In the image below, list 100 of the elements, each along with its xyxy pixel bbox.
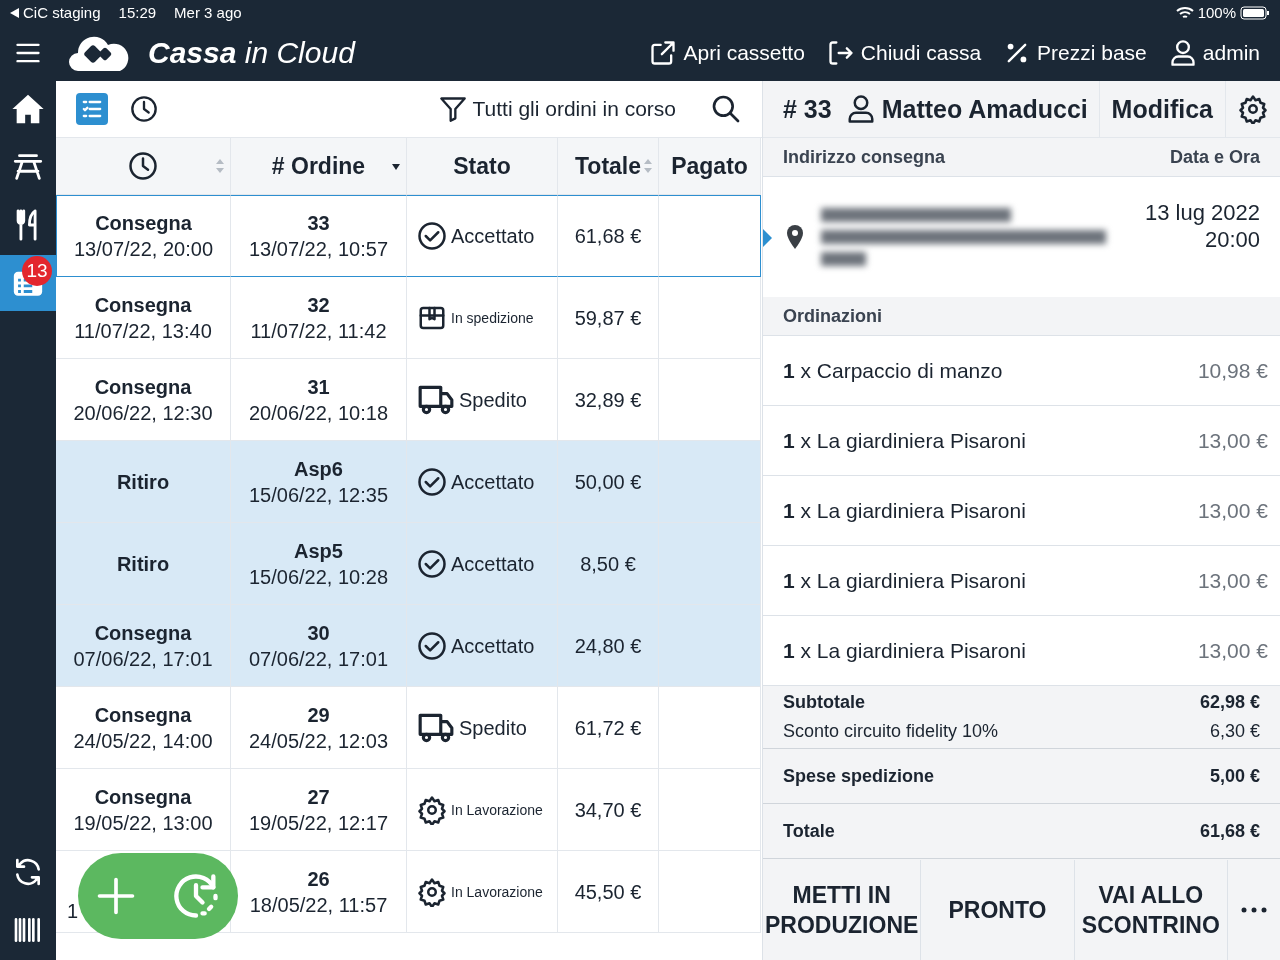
table-cell[interactable]: Consegna 07/06/22, 17:01	[56, 605, 231, 687]
gear-icon	[417, 794, 447, 825]
back-triangle-icon[interactable]	[10, 7, 19, 18]
shipping-value: 5,00 €	[1209, 765, 1260, 787]
sort-arrows-icon	[215, 158, 225, 174]
discount-value: 6,30 €	[1209, 721, 1260, 742]
search-icon	[710, 93, 742, 125]
item-price: 13,00 €	[1197, 638, 1268, 663]
item-price: 10,98 €	[1197, 358, 1268, 383]
table-cell[interactable]: In Lavorazione	[407, 769, 558, 851]
table-cell[interactable]	[659, 195, 761, 277]
header-action[interactable]: Apri cassetto	[649, 39, 805, 67]
table-cell[interactable]: 59,87 €	[558, 277, 659, 359]
back-app-label[interactable]: CiC staging	[23, 4, 101, 21]
clock-icon	[128, 151, 158, 181]
table-cell[interactable]: 32 11/07/22, 11:42	[231, 277, 407, 359]
table-cell[interactable]: Spedito	[407, 687, 558, 769]
section-heading: Ordinazioni	[783, 305, 882, 327]
discount-label: Sconto circuito fidelity 10%	[783, 721, 999, 742]
header-action[interactable]: Chiudi cassa	[826, 39, 982, 67]
sidebar-item[interactable]: 13	[0, 255, 56, 311]
item-price: 13,00 €	[1197, 498, 1268, 523]
table-cell[interactable]: Accettato	[407, 441, 558, 523]
external-link-icon	[649, 39, 678, 67]
exit-arrow-icon	[826, 39, 855, 67]
table-cell[interactable]: 33 13/07/22, 10:57	[231, 195, 407, 277]
battery-percent: 100%	[1197, 4, 1236, 21]
table-cell[interactable]: 27 19/05/22, 12:17	[231, 769, 407, 851]
table-cell[interactable]: Asp6 15/06/22, 12:35	[231, 441, 407, 523]
table-cell[interactable]: Accettato	[407, 195, 558, 277]
item-price: 13,00 €	[1197, 428, 1268, 453]
column-header[interactable]: # Ordine	[231, 138, 407, 195]
customer-name: Matteo Amaducci	[881, 94, 1088, 124]
table-cell[interactable]: Ritiro	[56, 441, 231, 523]
user-icon	[1168, 39, 1197, 67]
table-cell[interactable]: Ritiro	[56, 523, 231, 605]
filter-button[interactable]: Tutti gli ordini in corso	[438, 95, 676, 123]
clock-time: 15:29	[118, 4, 157, 21]
column-header[interactable]: Totale	[558, 138, 659, 195]
subtotal-value: 62,98 €	[1199, 692, 1260, 713]
column-header[interactable]: Pagato	[659, 138, 761, 195]
gear-icon	[417, 876, 447, 907]
table-cell[interactable]: 45,50 €	[558, 851, 659, 933]
edit-button[interactable]: Modifica	[1099, 81, 1226, 137]
shipping-label: Spese spedizione	[783, 765, 935, 787]
table-cell[interactable]: Consegna 11/07/22, 13:40	[56, 277, 231, 359]
order-item: 1 x La giardiniera Pisaroni	[783, 568, 1026, 593]
section-heading: Indirizzo consegna	[783, 146, 946, 168]
table-cell[interactable]: In spedizione	[407, 277, 558, 359]
table-cell[interactable]: 8,50 €	[558, 523, 659, 605]
column-header[interactable]	[56, 138, 231, 195]
table-cell[interactable]: Consegna 24/05/22, 14:00	[56, 687, 231, 769]
settings-icon	[1238, 94, 1268, 124]
table-cell[interactable]: 30 07/06/22, 17:01	[231, 605, 407, 687]
table-cell[interactable]: Accettato	[407, 605, 558, 687]
table-cell[interactable]: 29 24/05/22, 12:03	[231, 687, 407, 769]
subtotal-label: Subtotale	[783, 692, 865, 713]
more-dots-icon	[1241, 907, 1267, 913]
table-cell[interactable]: 61,72 €	[558, 687, 659, 769]
notification-badge: 13	[22, 256, 52, 286]
check-circle-icon	[417, 221, 447, 251]
column-header[interactable]: Stato	[407, 138, 558, 195]
battery-icon	[1240, 5, 1270, 20]
status-date: Mer 3 ago	[174, 4, 242, 21]
header-action[interactable]: Prezzi base	[1003, 39, 1147, 67]
view-toggle[interactable]	[76, 93, 108, 125]
order-item: 1 x Carpaccio di manzo	[783, 358, 1003, 383]
table-cell[interactable]: 24,80 €	[558, 605, 659, 687]
delivery-date: 13 lug 2022	[1145, 199, 1260, 226]
delivery-time: 20:00	[1203, 226, 1260, 253]
table-cell[interactable]: Accettato	[407, 523, 558, 605]
check-circle-icon	[417, 466, 447, 497]
table-cell[interactable]: Asp5 15/06/22, 10:28	[231, 523, 407, 605]
order-number: # 33	[782, 94, 832, 124]
table-cell[interactable]: Consegna 19/05/22, 13:00	[56, 769, 231, 851]
home-icon	[11, 92, 45, 126]
check-circle-icon	[417, 548, 447, 579]
wifi-icon	[1175, 5, 1194, 20]
table-cell[interactable]: 50,00 €	[558, 441, 659, 523]
action-button[interactable]: METTI IN PRODUZIONE	[763, 860, 922, 960]
table-cell[interactable]: In Lavorazione	[407, 851, 558, 933]
selection-pointer-icon	[763, 229, 772, 247]
order-item: 1 x La giardiniera Pisaroni	[783, 428, 1026, 453]
header-action[interactable]: admin	[1168, 39, 1260, 67]
total-value: 61,68 €	[1199, 820, 1260, 842]
section-heading: Data e Ora	[1169, 146, 1260, 168]
clock-icon	[130, 95, 158, 123]
location-pin-icon	[785, 224, 805, 250]
check-circle-icon	[417, 630, 447, 661]
order-item: 1 x La giardiniera Pisaroni	[783, 638, 1026, 663]
item-price: 13,00 €	[1197, 568, 1268, 593]
total-label: Totale	[783, 820, 835, 842]
filter-icon	[438, 95, 467, 123]
sort-arrows-icon	[643, 158, 653, 174]
table-cell[interactable]: 34,70 €	[558, 769, 659, 851]
order-item: 1 x La giardiniera Pisaroni	[783, 498, 1026, 523]
table-cell[interactable]: 61,68 €	[558, 195, 659, 277]
table-cell[interactable]: Consegna 13/07/22, 20:00	[56, 195, 231, 277]
view-toggle[interactable]	[128, 93, 160, 125]
brand-name: Cassa in Cloud	[148, 36, 355, 70]
